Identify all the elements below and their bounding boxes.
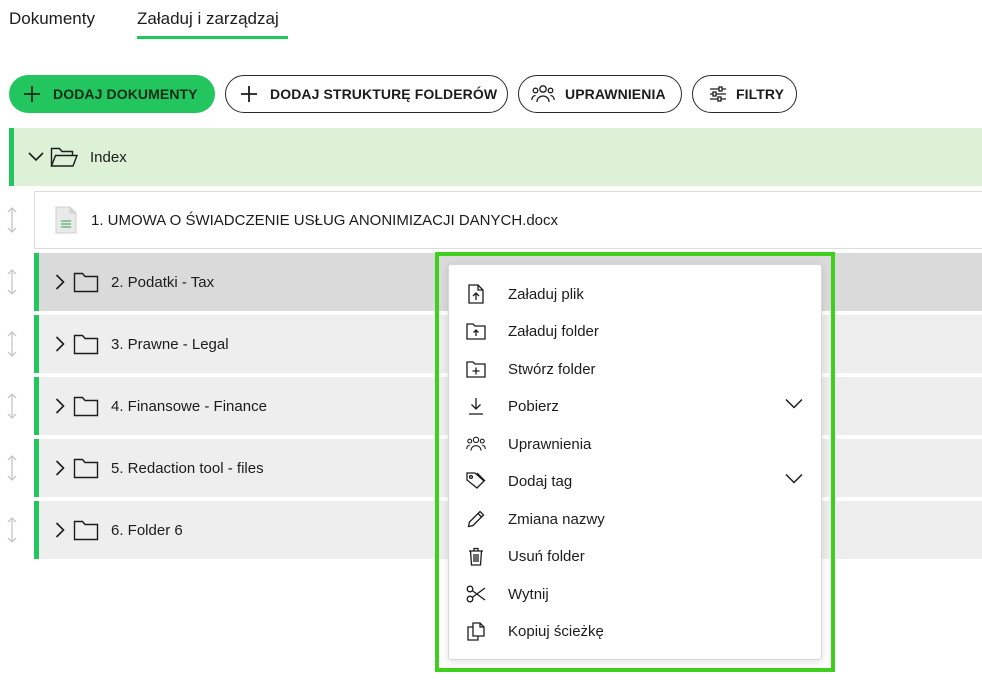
chevron-right-icon[interactable]	[55, 336, 65, 352]
folder-icon	[73, 272, 99, 292]
tab-documents[interactable]: Dokumenty	[9, 9, 95, 29]
chevron-right-icon[interactable]	[55, 398, 65, 414]
permissions-button[interactable]: UPRAWNIENIA	[518, 75, 682, 113]
menu-item-label: Wytnij	[508, 586, 549, 603]
chevron-down-icon[interactable]	[28, 152, 44, 162]
tree-root-label: Index	[90, 148, 127, 166]
folder-plus-icon	[466, 359, 486, 379]
folder-icon	[73, 458, 99, 478]
menu-item-upload-folder[interactable]: Załaduj folder	[449, 313, 821, 349]
tree-folder-label: 6. Folder 6	[111, 521, 183, 539]
active-tab-indicator	[137, 36, 288, 39]
add-documents-button[interactable]: DODAJ DOKUMENTY	[9, 75, 215, 113]
tree-file-row[interactable]: 1. UMOWA O ŚWIADCZENIE USŁUG ANONIMIZACJ…	[34, 191, 982, 249]
filters-label: FILTRY	[736, 86, 785, 102]
pencil-icon	[466, 509, 486, 529]
tree-file-label: 1. UMOWA O ŚWIADCZENIE USŁUG ANONIMIZACJ…	[91, 211, 559, 229]
trash-icon	[466, 546, 486, 566]
scissors-icon	[466, 584, 486, 604]
folder-upload-icon	[466, 321, 486, 341]
menu-item-download[interactable]: Pobierz	[449, 388, 821, 424]
file-upload-icon	[466, 284, 486, 304]
tree-folder-label: 3. Prawne - Legal	[111, 335, 229, 353]
add-folder-structure-button[interactable]: DODAJ STRUKTURĘ FOLDERÓW	[225, 75, 508, 113]
tree-folder-label: 2. Podatki - Tax	[111, 273, 215, 291]
users-icon	[531, 85, 555, 103]
drag-handle-icon[interactable]	[4, 206, 20, 234]
tree-folder-label: 4. Finansowe - Finance	[111, 397, 267, 415]
tree-root-index[interactable]: Index	[9, 128, 982, 186]
menu-item-label: Stwórz folder	[508, 361, 596, 378]
menu-item-label: Załaduj folder	[508, 323, 599, 340]
chevron-down-icon[interactable]	[785, 398, 803, 409]
chevron-right-icon[interactable]	[55, 460, 65, 476]
chevron-right-icon[interactable]	[55, 274, 65, 290]
menu-item-label: Dodaj tag	[508, 473, 573, 490]
menu-item-create-folder[interactable]: Stwórz folder	[449, 351, 821, 387]
folder-icon	[73, 520, 99, 540]
chevron-right-icon[interactable]	[55, 522, 65, 538]
menu-item-label: Załaduj plik	[508, 286, 584, 303]
menu-item-label: Pobierz	[508, 398, 559, 415]
chevron-down-icon[interactable]	[785, 473, 803, 484]
add-folder-structure-label: DODAJ STRUKTURĘ FOLDERÓW	[270, 86, 498, 102]
menu-item-label: Usuń folder	[508, 548, 585, 565]
drag-handle-icon[interactable]	[4, 392, 20, 420]
drag-handle-icon[interactable]	[4, 516, 20, 544]
users-icon	[466, 434, 486, 454]
folder-icon	[73, 334, 99, 354]
menu-item-label: Zmiana nazwy	[508, 511, 605, 528]
menu-item-cut[interactable]: Wytnij	[449, 576, 821, 612]
permissions-label: UPRAWNIENIA	[565, 86, 666, 102]
sliders-icon	[710, 86, 726, 102]
menu-item-permissions[interactable]: Uprawnienia	[449, 426, 821, 462]
context-menu: Załaduj plik Załaduj folder Stwórz folde…	[448, 264, 822, 660]
filters-button[interactable]: FILTRY	[692, 75, 797, 113]
tab-upload-manage[interactable]: Załaduj i zarządzaj	[137, 9, 279, 29]
menu-item-label: Uprawnienia	[508, 436, 592, 453]
tree-folder-label: 5. Redaction tool - files	[111, 459, 264, 477]
add-documents-label: DODAJ DOKUMENTY	[53, 86, 198, 102]
download-icon	[466, 396, 486, 416]
tab-bar: Dokumenty Załaduj i zarządzaj	[0, 0, 982, 40]
menu-item-upload-file[interactable]: Załaduj plik	[449, 276, 821, 312]
menu-item-copy-path[interactable]: Kopiuj ścieżkę	[449, 613, 821, 649]
menu-item-delete-folder[interactable]: Usuń folder	[449, 538, 821, 574]
menu-item-label: Kopiuj ścieżkę	[508, 623, 604, 640]
menu-item-rename[interactable]: Zmiana nazwy	[449, 501, 821, 537]
plus-icon	[241, 86, 257, 102]
tag-icon	[466, 471, 486, 491]
menu-item-add-tag[interactable]: Dodaj tag	[449, 463, 821, 499]
drag-handle-icon[interactable]	[4, 268, 20, 296]
folder-icon	[73, 396, 99, 416]
folder-open-icon	[50, 147, 78, 167]
drag-handle-icon[interactable]	[4, 454, 20, 482]
plus-icon	[24, 86, 40, 102]
document-icon	[55, 206, 77, 234]
copy-icon	[466, 621, 486, 641]
drag-handle-icon[interactable]	[4, 330, 20, 358]
